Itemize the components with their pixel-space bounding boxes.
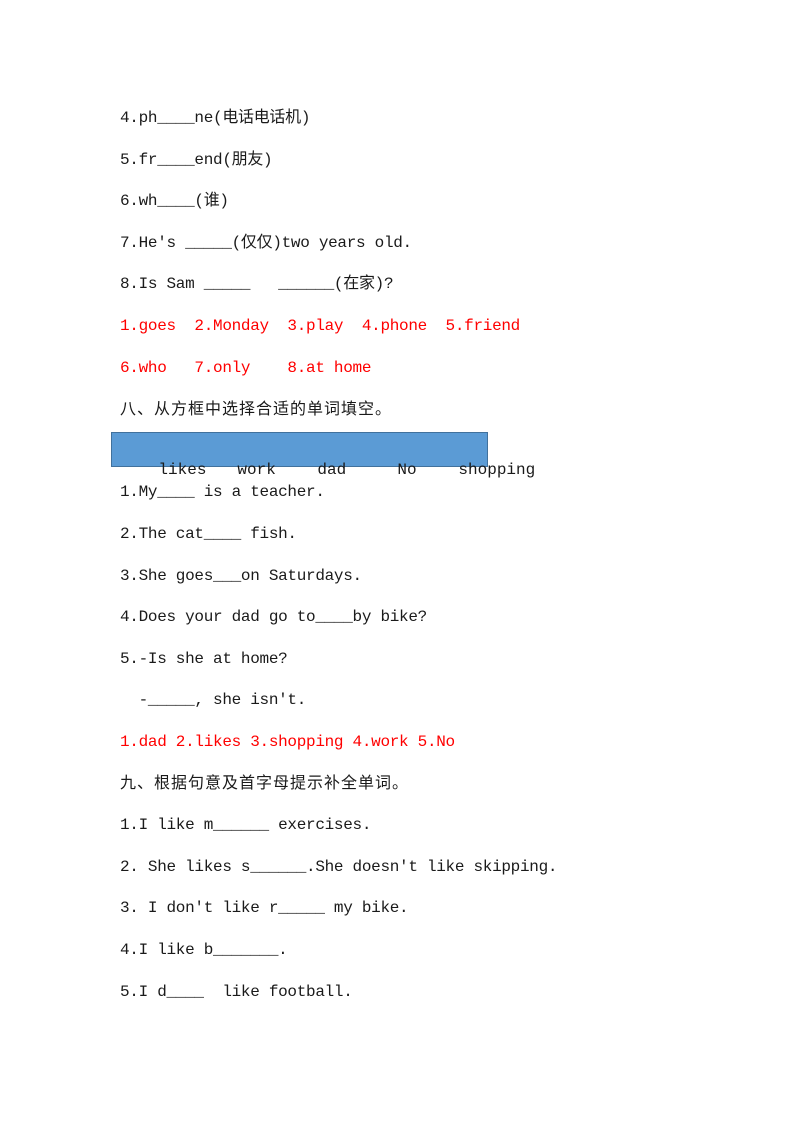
question-8-5: 5.-Is she at home?: [120, 650, 288, 668]
question-9-2: 2. She likes s______.She doesn't like sk…: [120, 858, 558, 876]
answer-key-8: 1.dad 2.likes 3.shopping 4.work 5.No: [120, 733, 455, 751]
question-8-5-reply: -_____, she isn't.: [120, 691, 307, 709]
question-8-1: 1.My____ is a teacher.: [120, 483, 325, 501]
question-7-6: 6.wh____(谁): [120, 192, 229, 210]
answer-key-7-line-2: 6.who 7.only 8.at home: [120, 359, 372, 377]
word-bank-item: dad: [317, 461, 347, 479]
question-8-4: 4.Does your dad go to____by bike?: [120, 608, 427, 626]
word-bank-item: work: [237, 461, 276, 479]
word-bank-item: shopping: [458, 461, 536, 479]
question-9-4: 4.I like b_______.: [120, 941, 288, 959]
question-8-2: 2.The cat____ fish.: [120, 525, 297, 543]
question-8-3: 3.She goes___on Saturdays.: [120, 567, 362, 585]
question-9-1: 1.I like m______ exercises.: [120, 816, 372, 834]
section-9-heading: 九、根据句意及首字母提示补全单词。: [120, 773, 410, 792]
word-bank-item: No: [397, 461, 417, 479]
question-9-5: 5.I d____ like football.: [120, 983, 353, 1001]
question-7-4: 4.ph____ne(电话电话机): [120, 109, 311, 127]
word-bank-item: likes: [158, 461, 207, 479]
section-8-heading: 八、从方框中选择合适的单词填空。: [120, 399, 393, 418]
question-7-7: 7.He's _____(仅仅)two years old.: [120, 234, 412, 252]
answer-key-7-line-1: 1.goes 2.Monday 3.play 4.phone 5.friend: [120, 317, 520, 335]
question-7-8: 8.Is Sam _____ ______(在家)?: [120, 275, 394, 293]
question-9-3: 3. I don't like r_____ my bike.: [120, 899, 409, 917]
question-7-5: 5.fr____end(朋友): [120, 151, 273, 169]
